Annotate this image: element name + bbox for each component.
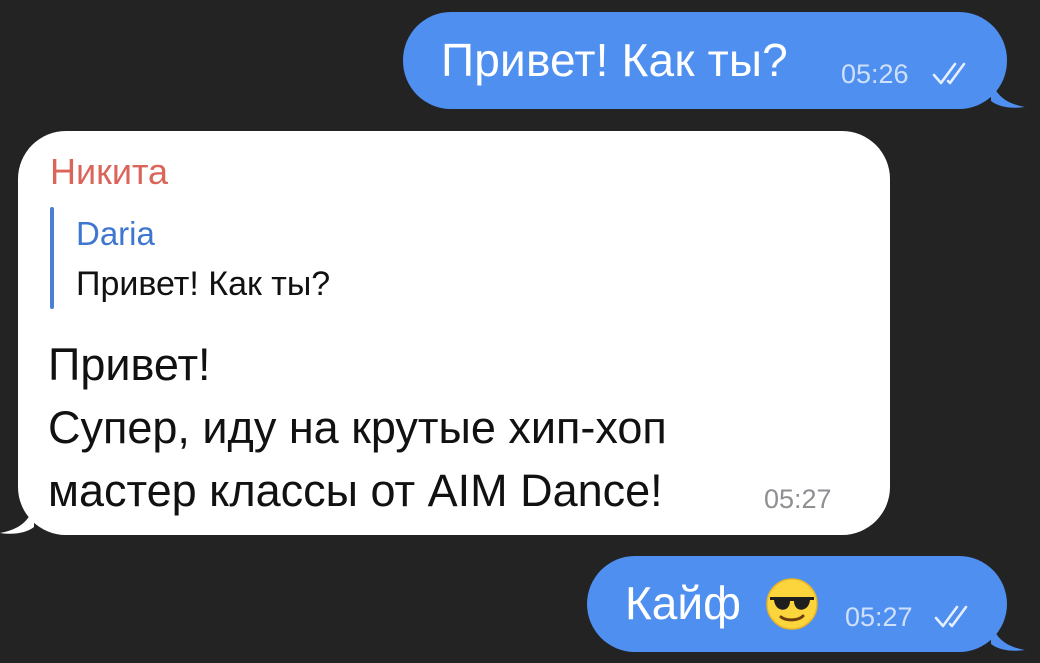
chat-history: Привет! Как ты? 05:26 Никита Daria Приве…	[0, 0, 1040, 663]
message-time: 05:26	[841, 59, 909, 89]
message-text: Кайф	[625, 577, 741, 629]
message-time: 05:27	[845, 602, 913, 632]
bubble-tail	[991, 79, 1025, 108]
outgoing-message-bubble[interactable]: Кайф 05:27	[587, 556, 1025, 652]
reply-text[interactable]: Привет! Как ты?	[76, 265, 330, 304]
message-body: Привет! Супер, иду на крутые хип-хоп мас…	[48, 333, 667, 522]
bubble-tail	[991, 622, 1025, 651]
message-time: 05:27	[764, 484, 832, 514]
reply-author[interactable]: Daria	[76, 215, 155, 253]
bubble-tail	[0, 505, 34, 534]
message-line: мастер классы от AIM Dance!	[48, 465, 663, 516]
message-line: Привет!	[48, 339, 211, 390]
double-check-icon	[932, 62, 966, 85]
message-text: Привет! Как ты?	[441, 34, 788, 86]
double-check-icon	[934, 605, 968, 628]
incoming-message-bubble[interactable]: Никита Daria Привет! Как ты? Привет! Суп…	[0, 131, 890, 535]
message-line: Супер, иду на крутые хип-хоп	[48, 402, 667, 453]
sunglasses-emoji-icon	[766, 578, 818, 630]
outgoing-message-bubble[interactable]: Привет! Как ты? 05:26	[403, 12, 1025, 109]
reply-quote-bar	[50, 207, 54, 309]
sender-name[interactable]: Никита	[50, 151, 168, 193]
